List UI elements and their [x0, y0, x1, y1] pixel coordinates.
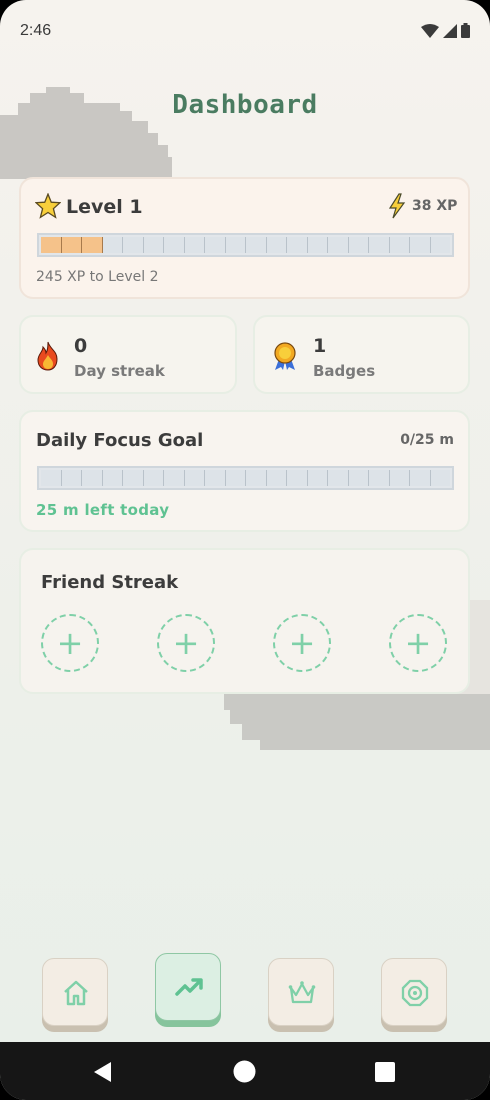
nav-leaderboard-button[interactable] — [268, 958, 334, 1026]
recents-icon[interactable] — [375, 1062, 395, 1082]
progress-segment — [61, 237, 82, 253]
progress-segment — [82, 470, 103, 486]
fire-icon — [37, 341, 58, 371]
trending-up-icon — [175, 978, 203, 996]
progress-segment — [369, 237, 390, 253]
progress-segment — [123, 470, 144, 486]
level-label: Level 1 — [66, 196, 143, 218]
level-progress-bar — [37, 233, 454, 257]
status-bar: 2:46 — [0, 0, 490, 62]
progress-segment — [287, 470, 308, 486]
focus-goal-remaining: 25 m left today — [36, 501, 170, 519]
progress-segment — [348, 237, 369, 253]
nav-focus-button[interactable] — [381, 958, 447, 1026]
day-streak-value: 0 — [74, 335, 88, 357]
progress-segment — [328, 237, 349, 253]
progress-segment — [389, 237, 410, 253]
progress-segment — [205, 470, 226, 486]
xp-to-next-level: 245 XP to Level 2 — [36, 269, 159, 285]
progress-segment — [143, 237, 164, 253]
star-icon — [35, 193, 61, 219]
friend-streak-card: Friend Streak + + + + — [19, 548, 470, 694]
medal-icon — [274, 342, 296, 370]
badges-card[interactable]: 1 Badges — [253, 315, 470, 394]
progress-segment — [287, 237, 308, 253]
day-streak-label: Day streak — [74, 362, 165, 380]
badges-label: Badges — [313, 362, 376, 380]
progress-segment — [348, 470, 369, 486]
back-icon[interactable] — [93, 1061, 113, 1083]
plus-icon: + — [172, 624, 200, 662]
progress-segment — [225, 237, 246, 253]
add-friend-button[interactable]: + — [41, 614, 99, 672]
system-navigation-bar — [0, 1042, 490, 1100]
cell-signal-icon — [443, 23, 457, 38]
progress-segment — [369, 470, 390, 486]
plus-icon: + — [288, 624, 316, 662]
progress-segment — [246, 237, 267, 253]
progress-segment — [164, 470, 185, 486]
progress-segment — [410, 237, 431, 253]
progress-segment — [389, 470, 410, 486]
progress-segment — [102, 237, 123, 253]
progress-segment — [41, 470, 62, 486]
nav-progress-button[interactable] — [155, 953, 221, 1021]
progress-segment — [82, 237, 103, 253]
page-title: Dashboard — [172, 90, 318, 120]
progress-segment — [430, 237, 450, 253]
xp-count: 38 XP — [412, 198, 458, 214]
progress-segment — [184, 237, 205, 253]
progress-segment — [307, 237, 328, 253]
focus-goal-progress-text: 0/25 m — [400, 432, 454, 448]
daily-focus-goal-card[interactable]: Daily Focus Goal 0/25 m 25 m left today — [19, 410, 470, 532]
progress-segment — [307, 470, 328, 486]
progress-segment — [410, 470, 431, 486]
home-icon — [64, 980, 88, 1006]
progress-segment — [184, 470, 205, 486]
progress-segment — [225, 470, 246, 486]
add-friend-button[interactable]: + — [157, 614, 215, 672]
lightning-icon — [388, 193, 406, 219]
focus-goal-title: Daily Focus Goal — [36, 430, 204, 451]
plus-icon: + — [56, 624, 84, 662]
add-friend-button[interactable]: + — [273, 614, 331, 672]
battery-icon — [461, 23, 470, 38]
progress-segment — [143, 470, 164, 486]
badges-value: 1 — [313, 335, 327, 357]
progress-segment — [328, 470, 349, 486]
progress-segment — [430, 470, 450, 486]
progress-segment — [61, 470, 82, 486]
progress-segment — [266, 470, 287, 486]
focus-target-icon — [401, 979, 429, 1007]
friend-streak-title: Friend Streak — [41, 572, 179, 593]
progress-segment — [205, 237, 226, 253]
plus-icon: + — [404, 624, 432, 662]
progress-segment — [102, 470, 123, 486]
progress-segment — [41, 237, 62, 253]
nav-home-button[interactable] — [42, 958, 108, 1026]
focus-goal-progress-bar — [37, 466, 454, 490]
progress-segment — [266, 237, 287, 253]
add-friend-button[interactable]: + — [389, 614, 447, 672]
crown-icon — [288, 981, 316, 1004]
progress-segment — [123, 237, 144, 253]
home-circle-icon[interactable] — [233, 1060, 256, 1083]
progress-segment — [164, 237, 185, 253]
progress-segment — [246, 470, 267, 486]
day-streak-card[interactable]: 0 Day streak — [19, 315, 237, 394]
level-card[interactable]: Level 1 38 XP 245 XP to Level 2 — [19, 177, 470, 299]
wifi-icon — [421, 23, 439, 38]
system-icons — [421, 23, 470, 38]
app-screen: 2:46 Dashboard Level 1 38 XP 245 XP to L… — [0, 0, 490, 1100]
status-time: 2:46 — [20, 22, 52, 39]
